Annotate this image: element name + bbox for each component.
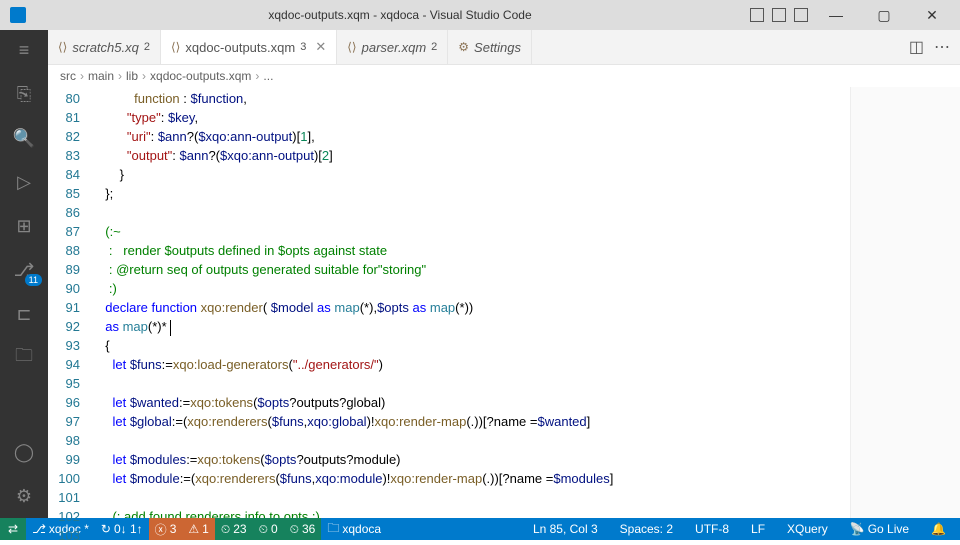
file-icon: ⟨⟩ xyxy=(347,40,356,54)
git-sync[interactable]: ↻ 0↓ 1↑ xyxy=(95,518,149,540)
minimap[interactable] xyxy=(850,87,960,518)
debug-icon[interactable]: ▷ xyxy=(12,170,36,194)
code-content[interactable]: function : $function, "type": $key, "uri… xyxy=(98,87,850,518)
breadcrumbs[interactable]: src › main › lib › xqdoc-outputs.xqm ›... xyxy=(48,65,960,87)
tab-modified-badge: 2 xyxy=(144,41,150,53)
chevron-right-icon: › xyxy=(255,69,259,83)
status-counter-1[interactable]: ⏲ 23 xyxy=(215,518,253,540)
maximize-button[interactable]: ▢ xyxy=(864,1,904,29)
explorer-icon[interactable]: ⎘ xyxy=(12,82,36,106)
layout-bottom-icon[interactable] xyxy=(772,8,786,22)
chevron-right-icon: › xyxy=(118,69,122,83)
titlebar: xqdoc-outputs.xqm - xqdoca - Visual Stud… xyxy=(0,0,960,30)
tab-xqdoc-outputs-xqm[interactable]: ⟨⟩ xqdoc-outputs.xqm 3 ✕ xyxy=(161,30,337,64)
close-icon[interactable]: ✕ xyxy=(315,39,326,55)
settings-icon[interactable]: ⚙ xyxy=(12,484,36,508)
minimize-button[interactable]: — xyxy=(816,1,856,29)
window-title: xqdoc-outputs.xqm - xqdoca - Visual Stud… xyxy=(50,8,750,22)
menu-icon[interactable]: ≡ xyxy=(12,38,36,62)
extensions-icon[interactable]: ⊞ xyxy=(12,214,36,238)
status-counter-2[interactable]: ⏲ 0 xyxy=(253,518,284,540)
breadcrumb-item[interactable]: lib xyxy=(126,69,138,83)
tab-modified-badge: 3 xyxy=(300,41,306,53)
problems-warnings[interactable]: ⚠ 1 xyxy=(182,518,214,540)
close-button[interactable]: ✕ xyxy=(912,1,952,29)
editor-body[interactable]: 80 81 82 83 84 85 86 87 88 89 90 91 92 9… xyxy=(48,87,960,518)
layout-left-icon[interactable] xyxy=(750,8,764,22)
editor-tabs: ⟨⟩ scratch5.xq 2 ⟨⟩ xqdoc-outputs.xqm 3 ✕ ⟨⟩ par… xyxy=(48,30,960,65)
file-icon: ⟨⟩ xyxy=(171,40,180,54)
account-icon[interactable]: ◯ xyxy=(12,440,36,464)
tab-label: Settings xyxy=(474,40,521,55)
tab-settings[interactable]: ⚙ Settings xyxy=(448,30,532,64)
tab-parser-xqm[interactable]: ⟨⟩ parser.xqm 2 xyxy=(337,30,448,64)
status-counter-3[interactable]: ⏲ 36 xyxy=(284,518,322,540)
scm-badge: 11 xyxy=(25,274,42,286)
more-actions-icon[interactable]: ⋯ xyxy=(934,37,950,57)
cursor-position[interactable]: Ln 85, Col 3 xyxy=(527,518,604,540)
encoding[interactable]: UTF-8 xyxy=(689,518,735,540)
tab-label: parser.xqm xyxy=(362,40,427,55)
breadcrumb-item[interactable]: xqdoc-outputs.xqm xyxy=(150,69,251,83)
indentation[interactable]: Spaces: 2 xyxy=(614,518,679,540)
breadcrumb-item[interactable]: ... xyxy=(263,69,273,83)
split-editor-icon[interactable]: ◫ xyxy=(909,37,924,57)
line-number-gutter: 80 81 82 83 84 85 86 87 88 89 90 91 92 9… xyxy=(48,87,98,518)
status-folder[interactable]: 🗀 xqdoca xyxy=(321,518,387,540)
remote-indicator[interactable]: ⇄ xyxy=(0,518,26,540)
search-icon[interactable]: 🔍 xyxy=(12,126,36,150)
breadcrumb-item[interactable]: main xyxy=(88,69,114,83)
tab-scratch5-xq[interactable]: ⟨⟩ scratch5.xq 2 xyxy=(48,30,161,64)
file-icon: ⚙ xyxy=(458,40,469,54)
tab-label: xqdoc-outputs.xqm xyxy=(185,40,295,55)
notifications-icon[interactable]: 🔔 xyxy=(925,518,952,540)
go-live[interactable]: 📡 Go Live xyxy=(844,518,915,540)
chevron-right-icon: › xyxy=(80,69,84,83)
language-mode[interactable]: XQuery xyxy=(781,518,834,540)
layout-right-icon[interactable] xyxy=(794,8,808,22)
tab-label: scratch5.xq xyxy=(72,40,138,55)
remote-icon[interactable]: ⊏ xyxy=(12,302,36,326)
status-bar: ⇄ ⎇ xqdoc * ↻ 0↓ 1↑ ⓧ 3 ⚠ 1 ⏲ 23 ⏲ 0 ⏲ 3… xyxy=(0,518,960,540)
activity-bar: ≡ ⎘ 🔍 ▷ ⊞ ⎇11 ⊏ 🗀 ◯ ⚙ xyxy=(0,30,48,518)
chevron-right-icon: › xyxy=(142,69,146,83)
problems-errors[interactable]: ⓧ 3 xyxy=(149,518,183,540)
editor-area: ⟨⟩ scratch5.xq 2 ⟨⟩ xqdoc-outputs.xqm 3 ✕ ⟨⟩ par… xyxy=(48,30,960,518)
vscode-logo-icon xyxy=(10,7,26,23)
eol[interactable]: LF xyxy=(745,518,771,540)
source-control-icon[interactable]: ⎇11 xyxy=(12,258,36,282)
folder-icon[interactable]: 🗀 xyxy=(12,346,36,370)
tab-modified-badge: 2 xyxy=(431,41,437,53)
file-icon: ⟨⟩ xyxy=(58,40,67,54)
breadcrumb-item[interactable]: src xyxy=(60,69,76,83)
